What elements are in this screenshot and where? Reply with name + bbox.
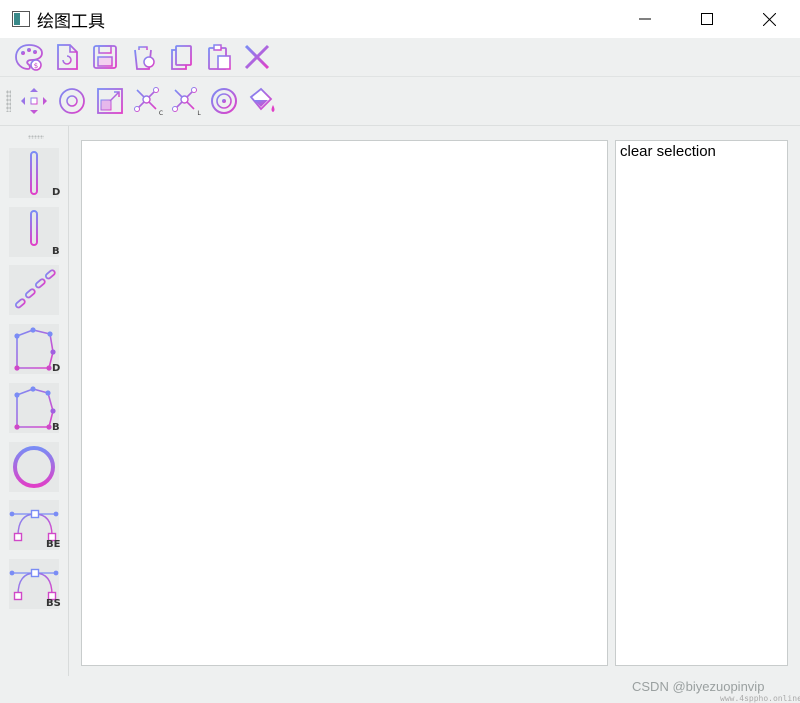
clip-l-icon: L (172, 87, 201, 117)
paste-icon (208, 44, 231, 70)
toolbar-grip[interactable] (6, 90, 11, 112)
app-icon (12, 11, 30, 27)
clip-c-button[interactable]: C (131, 84, 165, 118)
line-bresenham-label: B (52, 246, 60, 257)
clip-l-button[interactable]: L (169, 84, 203, 118)
line-dda-button[interactable]: D (9, 148, 61, 198)
maximize-icon (701, 13, 713, 25)
clear-button[interactable] (126, 40, 160, 74)
ellipse-icon (13, 446, 55, 488)
polygon-dda-button[interactable]: D (9, 324, 61, 374)
rotate-icon (59, 88, 85, 114)
watermark: CSDN @biyezuopinvip (632, 679, 765, 694)
palette-icon: $ (15, 44, 43, 71)
file-toolbar: $ (0, 38, 800, 77)
scale-icon (97, 88, 123, 114)
polyline-button[interactable] (9, 265, 59, 315)
delete-button[interactable] (240, 40, 274, 74)
target-button[interactable] (207, 84, 241, 118)
polyline-icon (15, 269, 56, 309)
curve-bezier-label: BE (46, 539, 61, 550)
move-icon (21, 88, 47, 114)
save-icon (93, 45, 117, 69)
delete-icon (244, 44, 270, 70)
edit-toolbar: C L (0, 77, 800, 126)
selection-list[interactable]: clear selection (615, 140, 788, 666)
new-button[interactable] (50, 40, 84, 74)
drawing-canvas[interactable] (81, 140, 608, 666)
curve-bspline-button[interactable]: BS (9, 559, 61, 609)
fill-bucket-icon (249, 87, 275, 112)
scale-button[interactable] (93, 84, 127, 118)
copy-icon (171, 45, 192, 70)
panel-grip[interactable] (28, 135, 44, 139)
fill-button[interactable] (245, 84, 279, 118)
ellipse-button[interactable] (9, 442, 59, 492)
draw-tool-panel: D B D B BE BS (0, 126, 69, 676)
maximize-button[interactable] (676, 0, 738, 38)
clip-c-badge: C (159, 110, 163, 117)
clear-icon (133, 46, 155, 70)
window-title: 绘图工具 (37, 11, 105, 32)
line-bresenham-button[interactable]: B (9, 207, 60, 257)
copy-button[interactable] (164, 40, 198, 74)
clip-l-badge: L (197, 110, 201, 117)
clip-c-icon: C (134, 87, 163, 117)
minimize-button[interactable] (614, 0, 676, 38)
curve-bspline-label: BS (46, 598, 61, 609)
palette-button[interactable]: $ (12, 40, 46, 74)
polygon-dda-label: D (52, 363, 61, 374)
paste-button[interactable] (202, 40, 236, 74)
watermark-small: www.4sppho.online (720, 694, 800, 703)
line-dda-label: D (52, 187, 61, 198)
clear-selection-item[interactable]: clear selection (620, 143, 716, 160)
close-icon (762, 12, 776, 26)
move-button[interactable] (17, 84, 51, 118)
close-button[interactable] (738, 0, 800, 38)
polygon-bresenham-label: B (52, 422, 60, 433)
minimize-icon (639, 18, 651, 20)
svg-text:$: $ (34, 62, 38, 70)
curve-bezier-button[interactable]: BE (9, 500, 61, 550)
save-button[interactable] (88, 40, 122, 74)
title-bar: 绘图工具 (0, 0, 800, 38)
target-icon (211, 88, 237, 114)
rotate-button[interactable] (55, 84, 89, 118)
polygon-bresenham-button[interactable]: B (9, 383, 60, 433)
new-file-icon (57, 44, 78, 70)
